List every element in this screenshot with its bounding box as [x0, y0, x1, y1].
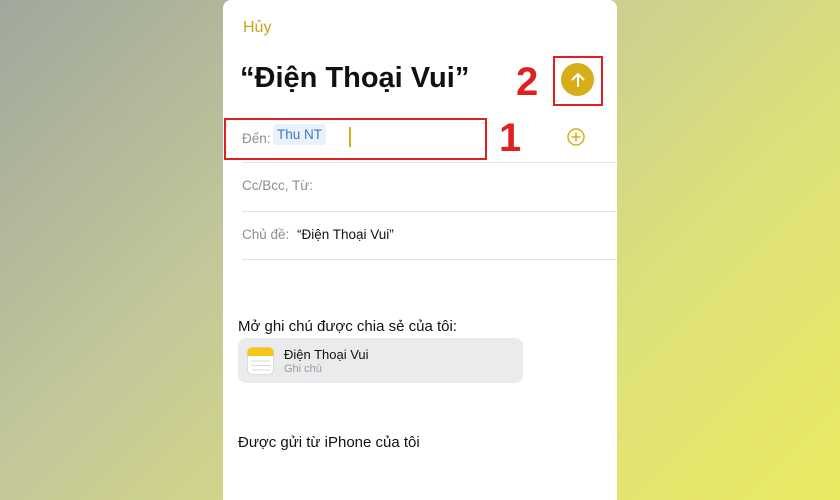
annotation-box-recipient [224, 118, 487, 160]
subject-label: Chủ đề: [242, 227, 290, 242]
compose-title: “Điện Thoại Vui” [240, 62, 470, 94]
annotation-number-1: 1 [499, 116, 522, 160]
note-subtitle: Ghi chú [284, 363, 322, 375]
cc-bcc-from-field[interactable]: Cc/Bcc, Từ: [242, 164, 617, 212]
shared-note-card[interactable]: Điện Thoại Vui Ghi chú [238, 338, 523, 383]
cancel-button[interactable]: Hủy [243, 19, 271, 37]
cc-label: Cc/Bcc, Từ: [242, 178, 314, 193]
note-title: Điện Thoại Vui [284, 347, 369, 362]
email-signature: Được gửi từ iPhone của tôi [238, 434, 420, 451]
share-message: Mở ghi chú được chia sẻ của tôi: [238, 318, 457, 335]
plus-circle-icon[interactable] [567, 128, 585, 146]
subject-field[interactable]: Chủ đề: “Điện Thoại Vui” [242, 212, 617, 260]
subject-value[interactable]: “Điện Thoại Vui” [297, 227, 394, 242]
annotation-box-send [553, 56, 603, 106]
annotation-number-2: 2 [516, 60, 539, 104]
notes-app-icon [247, 347, 274, 375]
